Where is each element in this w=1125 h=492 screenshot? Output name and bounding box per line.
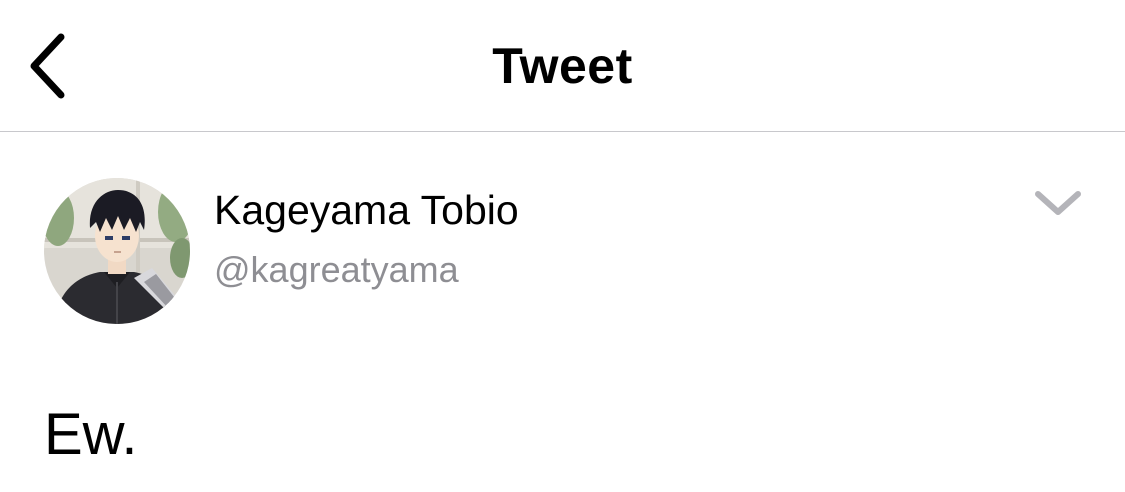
avatar[interactable] xyxy=(44,178,190,324)
author-display-name[interactable]: Kageyama Tobio xyxy=(214,185,519,235)
avatar-image xyxy=(44,178,190,324)
page-title: Tweet xyxy=(492,38,633,94)
tweet-author-header: Kageyama Tobio @kagreatyama xyxy=(0,133,1125,353)
chevron-down-icon xyxy=(1035,191,1081,215)
navigation-bar: Tweet xyxy=(0,0,1125,132)
tweet-text: Ew. xyxy=(44,402,138,467)
tweet-options-button[interactable] xyxy=(1030,183,1086,223)
author-handle[interactable]: @kagreatyama xyxy=(214,248,459,292)
